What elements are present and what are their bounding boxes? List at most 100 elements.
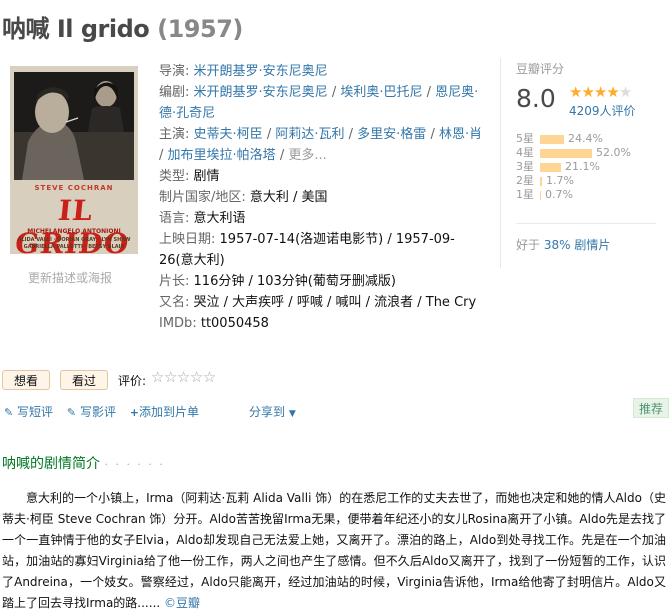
rating-dist-bar <box>540 190 541 200</box>
aka-value: 哭泣 / 大声疾呼 / 呼喊 / 喊叫 / 流浪者 / The Cry <box>193 295 477 310</box>
poster-cast-line: GABRIELLA PALLOTTI · BETSY BLAIR <box>23 244 125 250</box>
genre-value: 剧情 <box>193 169 220 184</box>
rating-dist-label: 1星 <box>516 188 534 201</box>
writers-label: 编剧: <box>159 85 190 100</box>
star-filled-icon: ★ <box>569 83 582 101</box>
rating-dist-row: 5星 24.4% <box>516 132 603 146</box>
cast-label: 主演: <box>159 127 190 142</box>
release-label: 上映日期: <box>159 232 216 247</box>
rating-count-link[interactable]: 4209人评价 <box>569 102 636 119</box>
rating-dist-row: 4星 52.0% <box>516 146 631 160</box>
runtime-label: 片长: <box>159 274 190 289</box>
aka-row: 又名: 哭泣 / 大声疾呼 / 呼喊 / 喊叫 / 流浪者 / The Cry <box>159 292 489 313</box>
rating-dist-percent: 52.0% <box>596 146 631 159</box>
write-short-link[interactable]: ✎ 写短评 <box>4 405 53 419</box>
director-link[interactable]: 米开朗基罗·安东尼奥尼 <box>194 64 328 79</box>
imdb-value: tt0050458 <box>200 316 269 331</box>
better-percent-link[interactable]: 38% <box>544 238 571 252</box>
summary-title: 呐喊的剧情简介 <box>2 456 100 472</box>
movie-poster[interactable]: STEVE COCHRAN IL GRIDO MICHELANGELO ANTO… <box>10 66 138 254</box>
rating-dist-bar <box>540 148 592 158</box>
pencil-icon: ✎ <box>4 406 14 419</box>
tool-links: ✎ 写短评 ✎ 写影评 +添加到片单 <box>4 403 209 420</box>
movie-year: (1957) <box>157 15 243 43</box>
share-link[interactable]: 分享到 ▼ <box>249 403 296 420</box>
star-filled-icon: ★ <box>581 83 594 101</box>
add-to-list-label: 添加到片单 <box>139 405 200 419</box>
rating-dist-label: 3星 <box>516 160 534 173</box>
poster-actor-name: STEVE COCHRAN <box>34 184 114 192</box>
rating-dist-percent: 0.7% <box>545 188 573 201</box>
cast-link[interactable]: 加布里埃拉·帕洛塔 <box>168 148 276 163</box>
rating-dist-bar <box>540 176 542 186</box>
rating-dist-label: 2星 <box>516 174 534 187</box>
writers-row: 编剧: 米开朗基罗·安东尼奥尼 / 埃利奥·巴托尼 / 恩尼奥·德·孔奇尼 <box>159 85 479 121</box>
star-filled-icon: ★ <box>593 83 607 101</box>
poster-director: MICHELANGELO ANTONIONI <box>27 228 121 235</box>
country-value: 意大利 / 美国 <box>249 190 328 205</box>
summary-body: 意大利的一个小镇上，Irma（阿莉达·瓦莉 Alida Valli 饰）的在悉尼… <box>2 491 666 610</box>
better-than: 好于 38% 剧情片 <box>516 236 610 253</box>
rating-score: 8.0 <box>516 84 556 113</box>
rating-dist-percent: 21.1% <box>565 160 600 173</box>
share-label: 分享到 <box>249 405 286 419</box>
language-label: 语言: <box>159 211 190 226</box>
rating-dist-row: 2星 1.7% <box>516 174 574 188</box>
pencil-icon: ✎ <box>66 406 77 419</box>
genre-label: 类型: <box>159 169 190 184</box>
rating-dist-bar <box>540 134 564 144</box>
rating-dist-row: 3星 21.1% <box>516 160 600 174</box>
rating-dist-row: 1星 0.7% <box>516 188 573 202</box>
seen-button[interactable]: 看过 <box>60 370 108 390</box>
genre-row: 类型: 剧情 <box>159 166 489 187</box>
summary-text: 意大利的一个小镇上，Irma（阿莉达·瓦莉 Alida Valli 饰）的在悉尼… <box>2 488 666 614</box>
cast-row: 主演: 史蒂夫·柯臣 / 阿莉达·瓦利 / 多里安·格雷 / 林恩·肖 / 加布… <box>159 127 483 163</box>
star-empty-icon: ★ <box>618 83 632 101</box>
aka-label: 又名: <box>159 295 190 310</box>
writer-link[interactable]: 米开朗基罗·安东尼奥尼 <box>194 85 328 100</box>
cast-link[interactable]: 多里安·格雷 <box>357 127 426 142</box>
language-value: 意大利语 <box>193 211 246 226</box>
rating-dist-label: 5星 <box>516 132 534 145</box>
movie-info: 导演: 米开朗基罗·安东尼奥尼 编剧: 米开朗基罗·安东尼奥尼 / 埃利奥·巴托… <box>159 61 489 334</box>
star-filled-icon: ★ <box>606 83 619 101</box>
chevron-down-icon: ▼ <box>288 409 296 419</box>
cast-link[interactable]: 林恩·肖 <box>439 127 482 142</box>
rating-dist-percent: 1.7% <box>546 174 574 187</box>
wish-button[interactable]: 想看 <box>2 370 50 390</box>
better-genre-link[interactable]: 剧情片 <box>574 238 610 252</box>
summary-heading: 呐喊的剧情简介 · · · · · · <box>2 453 165 473</box>
language-row: 语言: 意大利语 <box>159 208 489 229</box>
plus-icon: + <box>129 406 139 419</box>
rating-heading: 豆瓣评分 <box>516 62 565 76</box>
rate-stars-input[interactable]: ☆☆☆☆☆ <box>151 368 216 386</box>
write-short-label: 写短评 <box>17 405 54 419</box>
country-row: 制片国家/地区: 意大利 / 美国 <box>159 187 489 208</box>
cast-link[interactable]: 阿莉达·瓦利 <box>275 127 344 142</box>
recommend-button[interactable]: 推荐 <box>633 398 669 418</box>
poster-cast-line: ALIDA VALLI · DORIAN GRAY · LYN SHAW <box>17 237 131 243</box>
release-row: 上映日期: 1957-07-14(洛迦诺电影节) / 1957-09-26(意大… <box>159 229 489 271</box>
imdb-label: IMDb: <box>159 316 197 331</box>
writer-link[interactable]: 埃利奥·巴托尼 <box>340 85 422 100</box>
add-to-list-link[interactable]: +添加到片单 <box>130 405 199 419</box>
more-cast-link[interactable]: 更多... <box>288 148 326 163</box>
director-row: 导演: 米开朗基罗·安东尼奥尼 <box>159 61 489 82</box>
rating-divider <box>500 58 501 268</box>
rating-dist-bar <box>540 162 561 172</box>
douban-source-link[interactable]: ©豆瓣 <box>164 596 200 610</box>
poster-photo <box>14 72 134 180</box>
poster-cast: ALIDA VALLI · DORIAN GRAY · LYN SHAW GAB… <box>10 237 138 251</box>
update-poster-link[interactable]: 更新描述或海报 <box>28 269 112 286</box>
runtime-row: 片长: 116分钟 / 103分钟(葡萄牙删减版) <box>159 271 489 292</box>
summary-dots: · · · · · · <box>104 458 165 471</box>
imdb-row: IMDb: tt0050458 <box>159 313 489 334</box>
rating-stars: ★★★★★ <box>569 83 632 101</box>
page-title: 呐喊 Il grido (1957) <box>2 9 243 44</box>
rating-separator <box>516 223 656 224</box>
cast-link[interactable]: 史蒂夫·柯臣 <box>194 127 263 142</box>
write-review-link[interactable]: ✎ 写影评 <box>67 405 116 419</box>
rating-dist-label: 4星 <box>516 146 534 159</box>
rate-label: 评价: <box>118 374 147 388</box>
movie-title: 呐喊 Il grido <box>2 15 150 43</box>
